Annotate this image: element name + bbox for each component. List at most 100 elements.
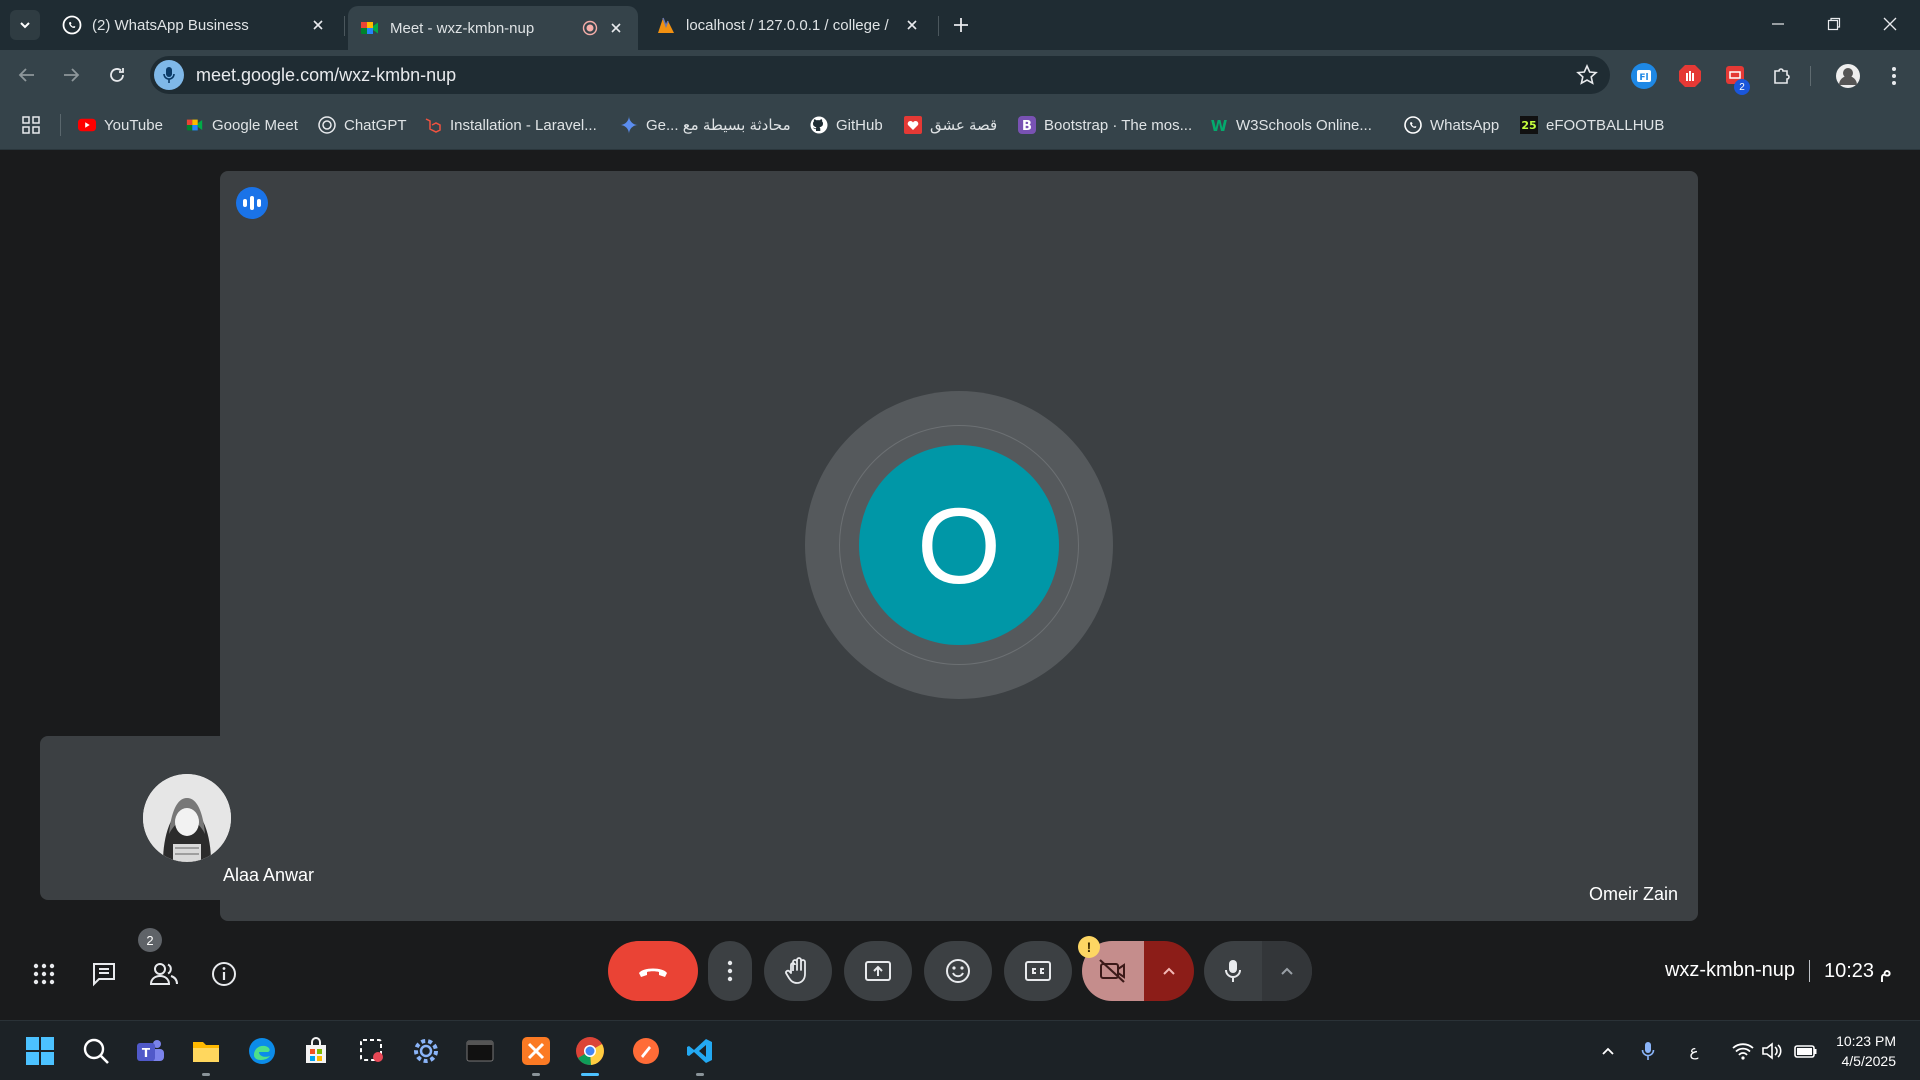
people-button[interactable] [144, 954, 184, 994]
hand-icon [785, 957, 806, 984]
tab-phpmyadmin[interactable]: localhost / 127.0.0.1 / college / [644, 6, 934, 44]
main-participant-tile[interactable]: O Omeir Zain [220, 171, 1698, 921]
wifi-icon[interactable] [1730, 1039, 1756, 1063]
search-button[interactable] [76, 1031, 116, 1071]
folder-icon [193, 1042, 219, 1062]
apps-button[interactable] [22, 114, 48, 136]
file-explorer-app[interactable] [186, 1031, 226, 1071]
browser-menu-button[interactable] [1880, 62, 1908, 90]
bookmark-w3schools[interactable]: W W3Schools Online... [1210, 114, 1372, 136]
close-icon [1883, 17, 1897, 31]
bookmark-gemini[interactable]: Ge... محادثة بسيطة مع [620, 114, 791, 136]
svg-text:25: 25 [1521, 119, 1536, 132]
bookmark-chatgpt[interactable]: ChatGPT [318, 114, 407, 136]
chevron-up-icon [1602, 1047, 1614, 1055]
tab-google-meet[interactable]: Meet - wxz-kmbn-nup [348, 6, 638, 50]
battery-icon[interactable] [1792, 1039, 1820, 1063]
search-icon [83, 1038, 109, 1064]
meeting-time: 10:23 م [1824, 960, 1892, 982]
url-text: meet.google.com/wxz-kmbn-nup [196, 64, 457, 85]
volume-icon[interactable] [1760, 1039, 1784, 1063]
close-icon[interactable] [606, 18, 626, 38]
settings-app[interactable] [406, 1031, 446, 1071]
raise-hand-button[interactable] [764, 941, 832, 1001]
microphone-options-button[interactable] [1262, 941, 1312, 1001]
reload-icon [110, 68, 124, 82]
edge-app[interactable] [242, 1031, 282, 1071]
tab-whatsapp[interactable]: (2) WhatsApp Business [50, 6, 340, 44]
github-icon [810, 116, 828, 134]
bookmark-laravel[interactable]: Installation - Laravel... [424, 114, 597, 136]
edge-icon [249, 1038, 275, 1064]
minimize-button[interactable] [1750, 0, 1806, 48]
xampp-app[interactable] [516, 1031, 556, 1071]
apps-grid-icon [22, 116, 40, 134]
reload-button[interactable] [102, 60, 132, 90]
system-clock[interactable]: 10:23 PM 4/5/2025 [1836, 1031, 1896, 1071]
self-view-tile[interactable]: Alaa Anwar [40, 736, 334, 900]
close-window-button[interactable] [1862, 0, 1918, 48]
snipping-tool-app[interactable] [352, 1031, 392, 1071]
close-icon[interactable] [902, 15, 922, 35]
translate-extension-icon[interactable]: Fl [1630, 62, 1658, 90]
laravel-icon [424, 116, 442, 134]
google-meet-icon [186, 116, 204, 134]
back-button[interactable] [12, 60, 42, 90]
more-options-button[interactable] [708, 941, 752, 1001]
meeting-code: wxz-kmbn-nup [1664, 959, 1795, 981]
bookmark-bootstrap[interactable]: B Bootstrap · The mos... [1018, 114, 1192, 136]
chevron-up-icon [1163, 967, 1175, 975]
start-button[interactable] [20, 1031, 60, 1071]
captions-button[interactable] [1004, 941, 1072, 1001]
forward-button[interactable] [56, 60, 86, 90]
show-hidden-icons-button[interactable] [1598, 1039, 1618, 1063]
address-bar[interactable]: meet.google.com/wxz-kmbn-nup [150, 56, 1610, 94]
bookmark-google-meet[interactable]: Google Meet [186, 114, 298, 136]
postman-app[interactable] [626, 1031, 666, 1071]
youtube-icon [78, 116, 96, 134]
snipping-tool-icon [360, 1039, 383, 1062]
bookmark-github[interactable]: GitHub [810, 114, 883, 136]
bookmark-efootballhub[interactable]: 25 eFOOTBALLHUB [1520, 114, 1664, 136]
new-tab-button[interactable] [948, 12, 974, 38]
input-language-indicator[interactable]: ع [1682, 1039, 1706, 1063]
closed-captions-icon [1025, 961, 1051, 981]
present-screen-button[interactable] [844, 941, 912, 1001]
microphone-in-use-icon[interactable] [154, 60, 184, 90]
leave-call-button[interactable] [608, 941, 698, 1001]
microphone-tray-icon[interactable] [1638, 1039, 1658, 1063]
teams-app[interactable]: T [130, 1031, 170, 1071]
store-app[interactable] [296, 1031, 336, 1071]
bookmark-youtube[interactable]: YouTube [78, 114, 163, 136]
whatsapp-icon [1404, 116, 1422, 134]
apps-button[interactable] [24, 954, 64, 994]
gemini-icon [620, 116, 638, 134]
microphone-toggle-button[interactable] [1204, 941, 1262, 1001]
tab-title: (2) WhatsApp Business [92, 16, 249, 34]
meeting-details-button[interactable] [204, 954, 244, 994]
terminal-app[interactable] [460, 1031, 500, 1071]
adblock-extension-icon[interactable] [1676, 62, 1704, 90]
bookmark-whatsapp[interactable]: WhatsApp [1404, 114, 1499, 136]
meet-call-area: O Omeir Zain Alaa Anwar 2 ! wxz-kmbn-nup… [0, 150, 1920, 1020]
tab-search-button[interactable] [10, 10, 40, 40]
camera-options-button[interactable] [1144, 941, 1194, 1001]
reactions-button[interactable] [924, 941, 992, 1001]
extensions-puzzle-icon[interactable] [1768, 62, 1796, 90]
mic-control-group [1204, 941, 1312, 1001]
windows-logo-icon [26, 1037, 54, 1065]
chatgpt-icon [318, 116, 336, 134]
restore-button[interactable] [1806, 0, 1862, 48]
vscode-app[interactable] [680, 1031, 720, 1071]
bookmark-story[interactable]: قصة عشق [904, 114, 997, 136]
bookmark-separator [60, 114, 61, 136]
chat-button[interactable] [84, 954, 124, 994]
bookmark-label: قصة عشق [930, 117, 998, 134]
profile-avatar[interactable] [1834, 62, 1862, 90]
tab-strip: (2) WhatsApp Business Meet - wxz-kmbn-nu… [0, 0, 1920, 50]
bookmark-star-icon[interactable] [1576, 64, 1598, 86]
gear-icon [414, 1039, 438, 1063]
vscode-icon [687, 1039, 712, 1063]
chrome-app[interactable] [570, 1031, 610, 1071]
close-icon[interactable] [308, 15, 328, 35]
